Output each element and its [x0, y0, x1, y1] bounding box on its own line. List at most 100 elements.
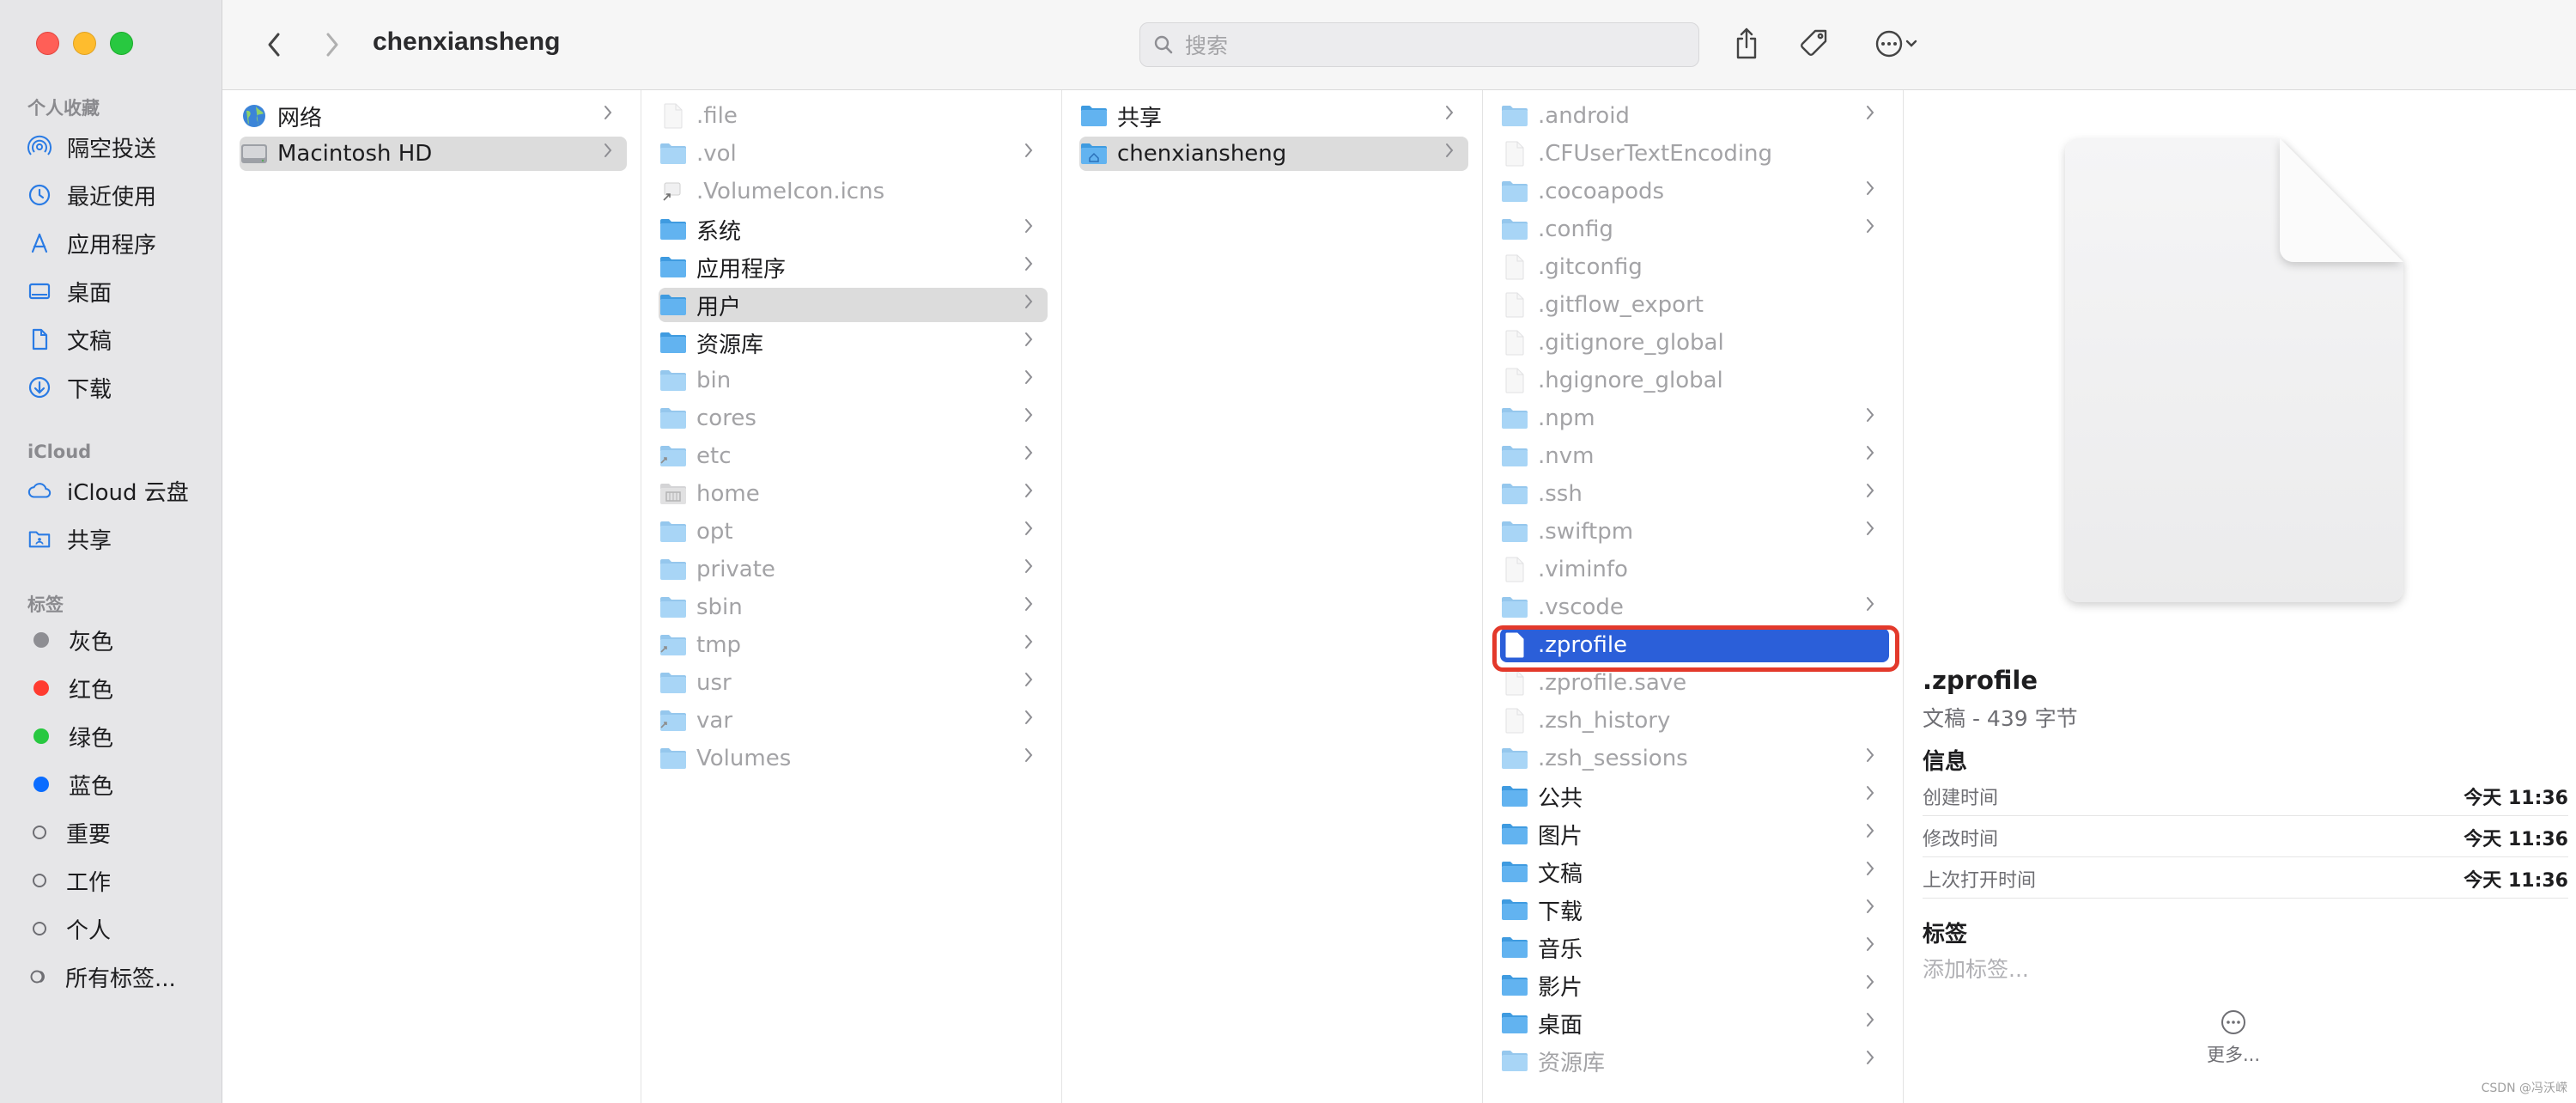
chevron-right-icon: [603, 104, 613, 126]
file-name: 影片: [1538, 974, 1583, 1001]
folder-icon: [1500, 860, 1529, 884]
tag-button[interactable]: [1790, 22, 1838, 65]
more-actions-button[interactable]: [1862, 22, 1929, 65]
sidebar-tag-6[interactable]: 个人: [26, 906, 211, 951]
file-row[interactable]: 资源库: [659, 326, 1048, 360]
file-row[interactable]: Macintosh HD: [240, 137, 627, 171]
file-row[interactable]: 桌面: [1500, 1006, 1889, 1040]
folder-icon: [659, 558, 688, 582]
folder-icon: [659, 331, 688, 355]
forward-button[interactable]: [315, 26, 349, 64]
zoom-window-button[interactable]: [110, 32, 133, 55]
folder-icon: [1500, 520, 1529, 544]
file-row[interactable]: 图片: [1500, 817, 1889, 851]
file-row[interactable]: .gitignore_global: [1500, 326, 1889, 360]
file-row[interactable]: .gitconfig: [1500, 250, 1889, 284]
file-row[interactable]: 系统: [659, 212, 1048, 247]
chevron-right-icon: [1024, 633, 1034, 655]
file-row[interactable]: 文稿: [1500, 855, 1889, 889]
file-name: .cocoapods: [1538, 179, 1665, 204]
sidebar-tag-7[interactable]: 所有标签...: [26, 954, 211, 999]
file-row[interactable]: .zprofile.save: [1500, 666, 1889, 700]
file-row[interactable]: .file: [659, 99, 1048, 133]
file-row[interactable]: private: [659, 552, 1048, 587]
sidebar-item-favorites-3[interactable]: 桌面: [27, 269, 213, 314]
file-row[interactable]: 应用程序: [659, 250, 1048, 284]
file-name: .config: [1538, 216, 1613, 242]
file-row[interactable]: bin: [659, 363, 1048, 398]
sidebar-item-favorites-0[interactable]: 隔空投送: [27, 125, 213, 169]
sidebar-tag-4[interactable]: 重要: [26, 810, 211, 855]
close-window-button[interactable]: [36, 32, 59, 55]
file-row[interactable]: .zsh_history: [1500, 704, 1889, 738]
file-row[interactable]: .vscode: [1500, 590, 1889, 625]
file-row[interactable]: .zprofile: [1500, 628, 1889, 662]
file-row[interactable]: 网络: [240, 99, 627, 133]
file-row[interactable]: .cocoapods: [1500, 174, 1889, 209]
file-row[interactable]: usr: [659, 666, 1048, 700]
share-button[interactable]: [1723, 22, 1770, 65]
sidebar-tag-5[interactable]: 工作: [26, 858, 211, 903]
file-row[interactable]: Volumes: [659, 741, 1048, 776]
sidebar-tag-3[interactable]: 蓝色: [26, 762, 211, 807]
chevron-right-icon: [1865, 935, 1875, 958]
file-row[interactable]: var: [659, 704, 1048, 738]
file-row[interactable]: .zsh_sessions: [1500, 741, 1889, 776]
file-row[interactable]: .VolumeIcon.icns: [659, 174, 1048, 209]
download-icon: [27, 375, 52, 399]
file-row[interactable]: 下载: [1500, 893, 1889, 927]
folder-icon: [659, 747, 688, 771]
file-row[interactable]: .nvm: [1500, 439, 1889, 473]
file-row[interactable]: 公共: [1500, 779, 1889, 814]
chevron-right-icon: [1024, 482, 1034, 504]
sidebar-item-favorites-1[interactable]: 最近使用: [27, 173, 213, 217]
file-row[interactable]: .viminfo: [1500, 552, 1889, 587]
minimize-window-button[interactable]: [73, 32, 96, 55]
sidebar-tag-label: 所有标签...: [65, 966, 176, 992]
add-tags-field[interactable]: 添加标签...: [1923, 953, 2029, 984]
file-name: 资源库: [696, 332, 764, 358]
search-placeholder: 搜索: [1185, 34, 1229, 58]
file-name: 图片: [1538, 823, 1583, 850]
sidebar-item-favorites-4[interactable]: 文稿: [27, 317, 213, 362]
sidebar-tag-0[interactable]: 灰色: [26, 618, 211, 662]
more-button[interactable]: 更多...: [2187, 1008, 2280, 1067]
sidebar-item-favorites-2[interactable]: 应用程序: [27, 221, 213, 265]
file-row[interactable]: tmp: [659, 628, 1048, 662]
file-row[interactable]: 影片: [1500, 968, 1889, 1002]
file-row[interactable]: home: [659, 477, 1048, 511]
file-row[interactable]: .CFUserTextEncoding: [1500, 137, 1889, 171]
file-row[interactable]: opt: [659, 515, 1048, 549]
back-button[interactable]: [257, 26, 291, 64]
file-row[interactable]: 共享: [1079, 99, 1468, 133]
sidebar-tag-label: 红色: [69, 677, 114, 704]
sidebar-item-favorites-5[interactable]: 下载: [27, 365, 213, 410]
tag-color-dot-icon: [33, 728, 49, 744]
file-row[interactable]: .ssh: [1500, 477, 1889, 511]
file-name: 共享: [1117, 105, 1163, 131]
file-row[interactable]: .config: [1500, 212, 1889, 247]
file-row[interactable]: 音乐: [1500, 930, 1889, 965]
file-name: 音乐: [1538, 936, 1583, 963]
file-row[interactable]: .vol: [659, 137, 1048, 171]
sidebar-tag-1[interactable]: 红色: [26, 666, 211, 710]
ellipsis-circle-icon: [1875, 30, 1903, 58]
file-row[interactable]: .hgignore_global: [1500, 363, 1889, 398]
file-row[interactable]: .npm: [1500, 401, 1889, 436]
file-row[interactable]: sbin: [659, 590, 1048, 625]
file-row[interactable]: .gitflow_export: [1500, 288, 1889, 322]
file-row[interactable]: 资源库: [1500, 1044, 1889, 1078]
file-row[interactable]: 用户: [659, 288, 1048, 322]
file-row[interactable]: cores: [659, 401, 1048, 436]
file-name: 文稿: [1538, 861, 1583, 887]
file-row[interactable]: .android: [1500, 99, 1889, 133]
file-row[interactable]: .swiftpm: [1500, 515, 1889, 549]
search-field[interactable]: 搜索: [1139, 22, 1699, 67]
file-row[interactable]: chenxiansheng: [1079, 137, 1468, 171]
file-name: sbin: [696, 594, 743, 620]
sidebar-item-icloud-1[interactable]: 共享: [27, 516, 213, 561]
sidebar-tag-2[interactable]: 绿色: [26, 714, 211, 759]
sidebar-item-icloud-0[interactable]: iCloud 云盘: [27, 468, 213, 513]
sidebar-item-label: 下载: [67, 376, 112, 403]
file-row[interactable]: etc: [659, 439, 1048, 473]
